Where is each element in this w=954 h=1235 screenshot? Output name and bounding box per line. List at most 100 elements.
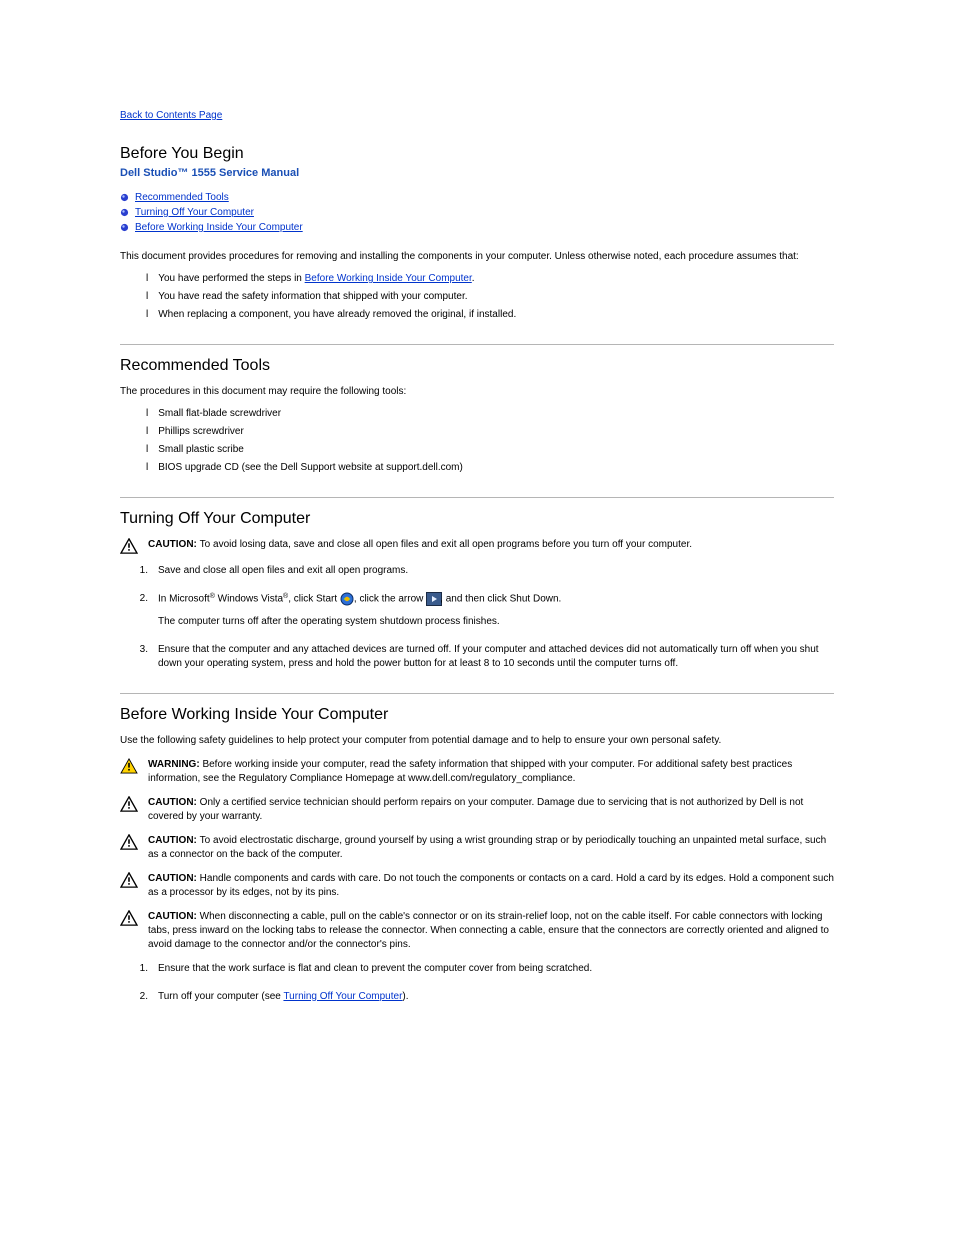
- start-orb-icon: [340, 592, 354, 606]
- caution-label: CAUTION:: [148, 539, 200, 550]
- tools-intro: The procedures in this document may requ…: [120, 385, 834, 399]
- text-span: You have performed the steps in: [158, 273, 304, 284]
- warning-text: WARNING: Before working inside your comp…: [148, 758, 834, 786]
- section-title-before-inside: Before Working Inside Your Computer: [120, 706, 834, 724]
- section-title-shutdown: Turning Off Your Computer: [120, 510, 834, 528]
- caution-label: CAUTION:: [148, 911, 200, 922]
- caution-icon: [120, 834, 138, 862]
- page-root: Back to Contents Page Before You Begin D…: [0, 0, 954, 1058]
- manual-subtitle: Dell Studio™ 1555 Service Manual: [120, 167, 834, 179]
- list-marker: l: [146, 425, 148, 439]
- list-marker: l: [146, 461, 148, 475]
- intro-bullet: l You have read the safety information t…: [146, 290, 834, 304]
- caution-block: CAUTION: To avoid losing data, save and …: [120, 538, 834, 554]
- text-span: , click the arrow: [354, 594, 423, 605]
- divider: [120, 497, 834, 498]
- step-text: Ensure that the work surface is flat and…: [158, 962, 834, 976]
- caution-body: Only a certified service technician shou…: [148, 797, 803, 822]
- caution-block: CAUTION: To avoid electrostatic discharg…: [120, 834, 834, 862]
- list-marker: l: [146, 308, 148, 322]
- link-before-inside-inline[interactable]: Before Working Inside Your Computer: [305, 273, 472, 284]
- intro-bullet-text: When replacing a component, you have alr…: [158, 308, 516, 322]
- step-text: Ensure that the computer and any attache…: [158, 643, 834, 671]
- tool-text: Small flat-blade screwdriver: [158, 407, 281, 421]
- text-span: ).: [402, 991, 408, 1002]
- before-inside-intro: Use the following safety guidelines to h…: [120, 734, 834, 748]
- step-item: Turn off your computer (see Turning Off …: [120, 990, 834, 1004]
- tool-text: Phillips screwdriver: [158, 425, 244, 439]
- list-marker: l: [146, 272, 148, 286]
- intro-bullet: l You have performed the steps in Before…: [146, 272, 834, 286]
- caution-text: CAUTION: Handle components and cards wit…: [148, 872, 834, 900]
- caution-icon: [120, 796, 138, 824]
- list-marker: l: [146, 407, 148, 421]
- divider: [120, 693, 834, 694]
- caution-body: To avoid losing data, save and close all…: [200, 539, 692, 550]
- caution-label: CAUTION:: [148, 873, 200, 884]
- bullet-icon: [120, 193, 129, 202]
- text-span: .: [472, 273, 475, 284]
- shutdown-steps: Save and close all open files and exit a…: [120, 564, 834, 671]
- toc-item: Before Working Inside Your Computer: [120, 221, 834, 234]
- before-inside-steps: Ensure that the work surface is flat and…: [120, 962, 834, 1004]
- caution-text: CAUTION: Only a certified service techni…: [148, 796, 834, 824]
- intro-bullet-text: You have read the safety information tha…: [158, 290, 467, 304]
- caution-block: CAUTION: Handle components and cards wit…: [120, 872, 834, 900]
- caution-text: CAUTION: To avoid electrostatic discharg…: [148, 834, 834, 862]
- caution-label: CAUTION:: [148, 835, 200, 846]
- caution-block: CAUTION: When disconnecting a cable, pul…: [120, 910, 834, 952]
- table-of-contents: Recommended Tools Turning Off Your Compu…: [120, 191, 834, 234]
- step-item: Ensure that the computer and any attache…: [120, 643, 834, 671]
- back-to-contents-link[interactable]: Back to Contents Page: [120, 110, 222, 121]
- toc-link-before-inside[interactable]: Before Working Inside Your Computer: [135, 221, 303, 234]
- intro-bullet-text: You have performed the steps in Before W…: [158, 272, 474, 286]
- text-span: , click Start: [288, 594, 337, 605]
- intro-bullet: l When replacing a component, you have a…: [146, 308, 834, 322]
- divider: [120, 344, 834, 345]
- caution-block: CAUTION: Only a certified service techni…: [120, 796, 834, 824]
- text-span: In Microsoft: [158, 594, 210, 605]
- text-span: , and then click Shut Down.: [440, 594, 561, 605]
- text-span: Turn off your computer (see: [158, 991, 283, 1002]
- caution-body: When disconnecting a cable, pull on the …: [148, 911, 829, 950]
- step-text: In Microsoft® Windows Vista®, click Star…: [158, 592, 834, 629]
- toc-link-turning-off[interactable]: Turning Off Your Computer: [135, 206, 254, 219]
- intro-paragraph: This document provides procedures for re…: [120, 250, 834, 264]
- caution-icon: [120, 872, 138, 900]
- tool-item: l BIOS upgrade CD (see the Dell Support w…: [146, 461, 834, 475]
- warning-block: WARNING: Before working inside your comp…: [120, 758, 834, 786]
- toc-item: Recommended Tools: [120, 191, 834, 204]
- warning-icon: [120, 758, 138, 786]
- step-text: Turn off your computer (see Turning Off …: [158, 990, 834, 1004]
- tool-item: l Small flat-blade screwdriver: [146, 407, 834, 421]
- bullet-icon: [120, 208, 129, 217]
- caution-body: To avoid electrostatic discharge, ground…: [148, 835, 826, 860]
- text-span: The computer turns off after the operati…: [158, 616, 500, 627]
- list-marker: l: [146, 290, 148, 304]
- text-span: Windows Vista: [215, 594, 283, 605]
- step-item: In Microsoft® Windows Vista®, click Star…: [120, 592, 834, 629]
- tool-item: l Small plastic scribe: [146, 443, 834, 457]
- shutdown-arrow-icon: [426, 592, 440, 606]
- caution-body: Handle components and cards with care. D…: [148, 873, 834, 898]
- step-item: Save and close all open files and exit a…: [120, 564, 834, 578]
- toc-link-tools[interactable]: Recommended Tools: [135, 191, 229, 204]
- tool-item: l Phillips screwdriver: [146, 425, 834, 439]
- step-item: Ensure that the work surface is flat and…: [120, 962, 834, 976]
- page-title: Before You Begin: [120, 145, 834, 163]
- link-turning-off-inline[interactable]: Turning Off Your Computer: [283, 991, 402, 1002]
- caution-icon: [120, 910, 138, 952]
- list-marker: l: [146, 443, 148, 457]
- tool-text: BIOS upgrade CD (see the Dell Support we…: [158, 461, 463, 475]
- section-title-tools: Recommended Tools: [120, 357, 834, 375]
- warning-label: WARNING:: [148, 759, 202, 770]
- caution-label: CAUTION:: [148, 797, 200, 808]
- caution-text: CAUTION: When disconnecting a cable, pul…: [148, 910, 834, 952]
- caution-icon: [120, 538, 138, 554]
- toc-item: Turning Off Your Computer: [120, 206, 834, 219]
- bullet-icon: [120, 223, 129, 232]
- caution-text: CAUTION: To avoid losing data, save and …: [148, 538, 834, 554]
- step-text: Save and close all open files and exit a…: [158, 564, 834, 578]
- tool-text: Small plastic scribe: [158, 443, 244, 457]
- warning-body: Before working inside your computer, rea…: [148, 759, 792, 784]
